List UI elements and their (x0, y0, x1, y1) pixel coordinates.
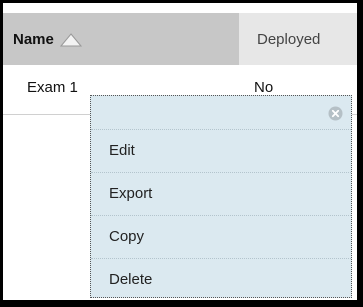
sort-ascending-icon[interactable] (59, 33, 82, 47)
close-icon[interactable] (328, 106, 343, 121)
column-header-deployed[interactable]: Deployed (239, 13, 357, 65)
column-header-deployed-label: Deployed (257, 30, 321, 48)
menu-item-export[interactable]: Export (91, 173, 351, 216)
menu-item-copy[interactable]: Copy (91, 216, 351, 259)
screenshot-frame: Name Deployed Exam 1 No Edit Export Copy… (3, 3, 357, 300)
cell-name[interactable]: Exam 1 (27, 79, 78, 96)
menu-item-edit[interactable]: Edit (91, 130, 351, 173)
table-header-row: Name Deployed (3, 13, 357, 65)
context-menu-header (91, 96, 351, 130)
menu-item-delete[interactable]: Delete (91, 259, 351, 300)
cell-deployed: No (254, 79, 274, 96)
column-header-name[interactable]: Name (3, 13, 239, 65)
context-menu: Edit Export Copy Delete (90, 95, 352, 298)
column-header-name-label: Name (13, 30, 54, 48)
